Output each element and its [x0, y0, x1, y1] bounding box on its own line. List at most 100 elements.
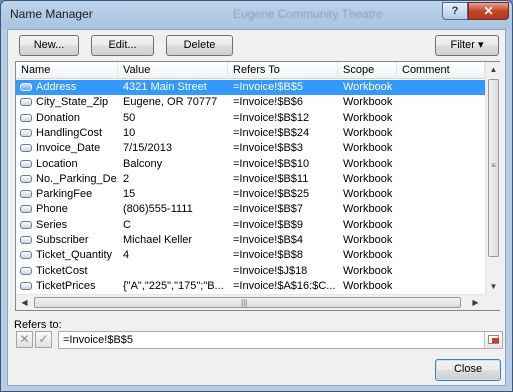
cell-refers-to: =Invoice!$B$8	[233, 249, 304, 262]
table-row[interactable]: Phone (806)555-1111 =Invoice!$B$7 Workbook	[16, 202, 485, 217]
cell-refers-to: =Invoice!$B$5	[233, 81, 304, 93]
cell-refers-to: =Invoice!$A$16:$C...	[233, 279, 336, 292]
column-header-value[interactable]: Value	[118, 62, 228, 79]
close-icon: ✕	[483, 4, 494, 18]
confirm-edit-button[interactable]: ✓	[35, 331, 52, 348]
cell-name: No._Parking_De...	[36, 172, 118, 185]
cell-scope: Workbook	[343, 249, 393, 262]
cell-value: Balcony	[123, 157, 163, 170]
cell-comment	[402, 111, 485, 126]
name-icon	[20, 174, 32, 183]
cell-scope: Workbook	[343, 96, 393, 109]
new-button[interactable]: New...	[19, 35, 79, 56]
filter-button[interactable]: Filter ▾	[435, 35, 499, 56]
cell-comment	[402, 141, 485, 156]
cell-comment	[402, 264, 485, 279]
table-row[interactable]: Ticket_Quantity 4 =Invoice!$B$8 Workbook	[16, 248, 485, 263]
cell-value: 4321 Main Street	[123, 81, 207, 93]
cell-value: 50	[123, 111, 136, 124]
window-close-button[interactable]: ✕	[468, 2, 509, 20]
refers-to-value[interactable]: =Invoice!$B$5	[63, 334, 133, 346]
vertical-scroll-thumb[interactable]: ≡	[488, 79, 499, 257]
name-icon	[20, 266, 32, 275]
horizontal-scroll-thumb[interactable]: |||	[34, 297, 461, 308]
edit-button[interactable]: Edit...	[91, 35, 154, 56]
cell-name: City_State_Zip	[36, 96, 109, 109]
delete-button[interactable]: Delete	[166, 35, 233, 56]
title-bar[interactable]: Name Manager Eugene Community Theatre ? …	[1, 1, 512, 29]
table-row[interactable]: TicketCost =Invoice!$J$18 Workbook	[16, 264, 485, 279]
table-row[interactable]: No._Parking_De... 2 =Invoice!$B$11 Workbook	[16, 172, 485, 187]
table-row[interactable]: TicketPrices {"A","225","175";"B... =Invoi…	[16, 279, 485, 293]
name-icon	[20, 236, 32, 244]
cell-scope: Workbook	[343, 188, 393, 201]
name-icon	[20, 98, 32, 107]
cell-value: {"A","225","175";"B...	[123, 279, 224, 292]
name-icon	[20, 144, 32, 153]
cell-value: Eugene, OR 70777	[123, 96, 218, 109]
table-row[interactable]: Address 4321 Main Street =Invoice!$B$5 Work…	[16, 80, 485, 96]
refers-to-field[interactable]: =Invoice!$B$5	[58, 331, 503, 349]
cell-scope: Workbook	[343, 218, 393, 231]
table-row[interactable]: Donation 50 =Invoice!$B$12 Workbook	[16, 111, 485, 126]
table-row[interactable]: City_State_Zip Eugene, OR 70777 =Invoice!$…	[16, 95, 485, 110]
cell-name: ParkingFee	[36, 188, 93, 201]
cell-refers-to: =Invoice!$B$4	[233, 234, 304, 246]
cell-scope: Workbook	[343, 126, 393, 139]
cell-refers-to: =Invoice!$J$18	[233, 264, 308, 277]
cell-name: Donation	[36, 111, 81, 124]
cell-refers-to: =Invoice!$B$3	[233, 142, 304, 155]
table-row[interactable]: ParkingFee 15 =Invoice!$B$25 Workbook	[16, 187, 485, 202]
table-row[interactable]: Subscriber Michael Keller =Invoice!$B$4 Wor…	[16, 233, 485, 248]
name-icon	[20, 220, 32, 229]
cell-name: Series	[36, 218, 68, 231]
cell-refers-to: =Invoice!$B$9	[233, 218, 304, 231]
horizontal-scrollbar[interactable]: ◀ ||| ▶	[16, 294, 485, 310]
cell-refers-to: =Invoice!$B$12	[233, 111, 310, 124]
collapse-dialog-button[interactable]	[484, 332, 502, 348]
cell-refers-to: =Invoice!$B$7	[233, 203, 304, 216]
cancel-edit-button[interactable]: ✕	[16, 331, 33, 348]
background-window-title: Eugene Community Theatre	[233, 7, 383, 21]
scroll-right-icon[interactable]: ▶	[468, 298, 483, 307]
dialog-title: Name Manager	[10, 7, 93, 21]
help-button[interactable]: ?	[442, 2, 468, 20]
cell-scope: Workbook	[343, 157, 393, 170]
column-header-refers-to[interactable]: Refers To	[228, 62, 338, 79]
column-header-name[interactable]: Name	[16, 62, 118, 79]
grip-icon: ≡	[491, 161, 496, 170]
cell-name: TicketCost	[36, 264, 88, 277]
cell-scope: Workbook	[343, 142, 393, 155]
table-row[interactable]: Location Balcony =Invoice!$B$10 Workbook	[16, 157, 485, 172]
cell-name: TicketPrices	[36, 279, 96, 292]
table-row[interactable]: Invoice_Date 7/15/2013 =Invoice!$B$3 Workbo…	[16, 141, 485, 156]
table-row[interactable]: HandlingCost 10 =Invoice!$B$24 Workbook	[16, 126, 485, 141]
cell-comment	[402, 95, 485, 110]
column-header-scope[interactable]: Scope	[338, 62, 397, 79]
cell-refers-to: =Invoice!$B$10	[233, 157, 310, 170]
cell-comment	[402, 187, 485, 202]
cell-scope: Workbook	[343, 264, 393, 277]
confirm-icon: ✓	[38, 332, 49, 346]
scroll-up-icon[interactable]: ▲	[486, 65, 501, 74]
cell-scope: Workbook	[343, 279, 393, 292]
name-icon	[20, 281, 32, 290]
names-list[interactable]: Name Value Refers To Scope Comment Addre…	[15, 61, 500, 311]
name-icon	[20, 159, 32, 168]
name-icon	[20, 205, 32, 214]
scroll-corner	[485, 294, 500, 310]
scroll-left-icon[interactable]: ◀	[17, 298, 32, 307]
column-header-comment[interactable]: Comment	[397, 62, 485, 79]
scroll-down-icon[interactable]: ▼	[486, 282, 501, 291]
table-row[interactable]: Series C =Invoice!$B$9 Workbook	[16, 218, 485, 233]
cell-refers-to: =Invoice!$B$6	[233, 96, 304, 109]
cell-name: Subscriber	[36, 234, 89, 246]
cell-comment	[402, 80, 485, 95]
cell-scope: Workbook	[343, 234, 393, 246]
grip-icon: |||	[241, 298, 248, 307]
name-icon	[20, 190, 32, 199]
close-button[interactable]: Close	[435, 359, 501, 381]
list-header: Name Value Refers To Scope Comment	[16, 62, 485, 79]
vertical-scrollbar[interactable]: ▲ ≡ ▼	[485, 62, 500, 294]
name-icon	[20, 113, 32, 122]
